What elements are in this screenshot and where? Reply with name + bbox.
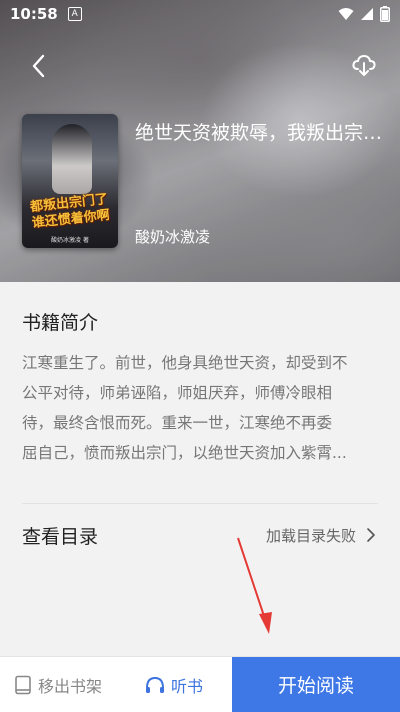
download-button[interactable] bbox=[350, 52, 378, 80]
back-button[interactable] bbox=[26, 52, 50, 80]
book-header: 10:58 A 都叛出宗门了 谁还惯着你啊 酸奶冰激凌 著 绝世天资被欺辱，我叛… bbox=[0, 0, 400, 282]
chevron-right-icon bbox=[364, 527, 378, 543]
status-time: 10:58 bbox=[10, 5, 58, 23]
bottom-bar: 移出书架 听书 开始阅读 bbox=[0, 656, 400, 712]
signal-icon bbox=[361, 8, 373, 20]
battery-icon bbox=[380, 6, 390, 22]
status-bar: 10:58 A bbox=[0, 0, 400, 28]
cloud-download-icon bbox=[352, 55, 376, 76]
catalog-status: 加载目录失败 bbox=[265, 526, 356, 545]
book-icon bbox=[15, 675, 31, 694]
remove-shelf-label: 移出书架 bbox=[37, 676, 102, 696]
intro-line: 江寒重生了。前世，他身具绝世天资，却受到不 bbox=[22, 354, 348, 372]
intro-line: 公平对待，师弟诬陷，师姐厌弃，师傅冷眼相 bbox=[22, 384, 333, 402]
listen-label: 听书 bbox=[170, 676, 203, 696]
start-reading-button[interactable]: 开始阅读 bbox=[232, 657, 400, 712]
intro-text[interactable]: 江寒重生了。前世，他身具绝世天资，却受到不 公平对待，师弟诬陷，师姐厌弃，师傅冷… bbox=[22, 348, 378, 498]
book-cover: 都叛出宗门了 谁还惯着你啊 酸奶冰激凌 著 bbox=[22, 114, 118, 248]
intro-heading: 书籍简介 bbox=[22, 312, 99, 334]
status-indicators bbox=[338, 6, 390, 22]
notification-icon: A bbox=[67, 7, 82, 21]
remove-from-shelf-button[interactable]: 移出书架 bbox=[0, 657, 116, 712]
start-reading-label: 开始阅读 bbox=[277, 675, 354, 697]
book-title: 绝世天资被欺辱，我叛出宗门了 bbox=[135, 122, 385, 144]
chevron-left-icon bbox=[32, 54, 45, 78]
cover-title-art: 都叛出宗门了 谁还惯着你啊 bbox=[22, 191, 118, 233]
cover-figure bbox=[52, 124, 92, 194]
catalog-row[interactable]: 查看目录 加载目录失败 bbox=[22, 518, 378, 552]
divider bbox=[22, 503, 378, 504]
listen-button[interactable]: 听书 bbox=[116, 657, 232, 712]
wifi-icon bbox=[338, 8, 354, 20]
headphones-icon bbox=[145, 676, 164, 693]
book-author[interactable]: 酸奶冰激凌 bbox=[135, 226, 210, 247]
catalog-label: 查看目录 bbox=[22, 525, 99, 548]
cover-author: 酸奶冰激凌 著 bbox=[51, 237, 89, 244]
intro-line: 屈自己，愤而叛出宗门，以绝世天资加入紫霄... bbox=[22, 444, 347, 462]
intro-line: 待，最终含恨而死。重来一世，江寒绝不再委 bbox=[22, 414, 333, 432]
